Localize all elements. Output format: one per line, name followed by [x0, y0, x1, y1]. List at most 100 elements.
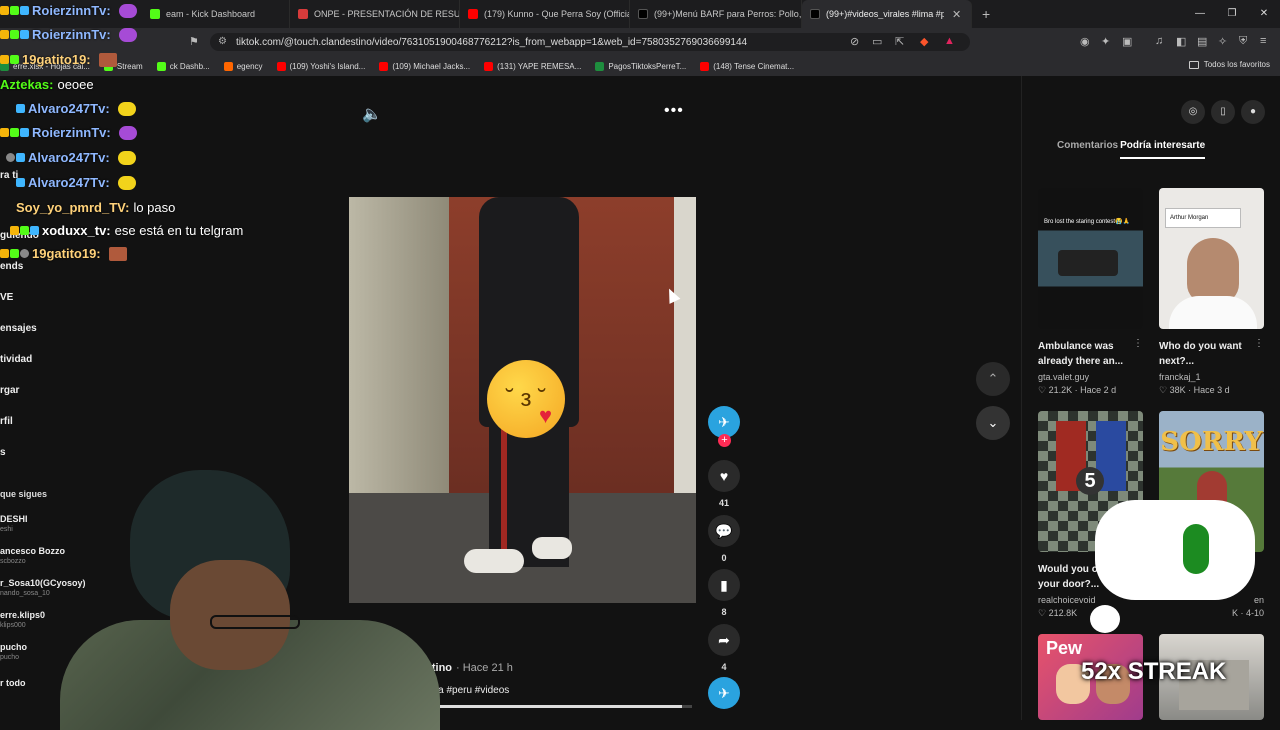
video-frame-shoe — [464, 549, 524, 573]
window-controls: — ❐ ✕ — [1184, 0, 1280, 28]
heart-outline-icon: ♡ — [1038, 385, 1049, 395]
tab-comments[interactable]: Comentarios — [1057, 140, 1118, 159]
extensions-icon[interactable]: ✦ — [1101, 35, 1110, 48]
chat-message: Alvaro247Tv: — [16, 101, 136, 116]
sidebar-item-friends[interactable]: ends — [0, 261, 23, 272]
restore-icon[interactable]: ❐ — [1216, 0, 1248, 28]
chat-message: 19gatito19: — [0, 52, 117, 67]
chat-username: xoduxx_tv: — [42, 223, 111, 238]
chat-text: ese está en tu telgram — [114, 223, 244, 238]
card-author[interactable]: gta.valet.guy — [1038, 372, 1143, 382]
tab-suggested[interactable]: Podría interesarte — [1120, 140, 1206, 159]
card-stats: ♡ 38K · Hace 3 d — [1159, 385, 1230, 395]
following-account-name[interactable]: erre.klips0 — [0, 610, 45, 620]
card-title: Who do you want next?... — [1159, 341, 1242, 367]
heart-icon: ♥ — [708, 460, 740, 492]
next-video-button[interactable]: ⌄ — [976, 406, 1010, 440]
heart-outline-icon: ♡ — [1159, 385, 1170, 395]
follow-plus-icon[interactable]: + — [718, 434, 731, 447]
share-action[interactable]: ➦ 4 — [708, 624, 740, 672]
tab-youtube-kunno[interactable]: (179) Kunno - Que Perra Soy (Official — [460, 0, 630, 28]
card-more-icon[interactable]: ⋮ — [1133, 338, 1143, 349]
peepo-emote-icon — [117, 150, 136, 165]
see-all-link[interactable]: r todo — [0, 678, 26, 688]
vpn-icon[interactable]: ⛨ — [1239, 35, 1247, 48]
bookmark-item[interactable]: ck Dashb... — [156, 61, 210, 71]
telegram-share[interactable]: ✈ — [708, 677, 740, 709]
brave-rewards-icon[interactable]: ▲ — [944, 35, 955, 47]
more-options-icon[interactable]: ••• — [664, 102, 684, 120]
previous-video-button[interactable]: ⌃ — [976, 362, 1010, 396]
extension-1-icon[interactable]: ◉ — [1080, 35, 1090, 48]
bookmark-item[interactable]: (109) Yoshi's Island... — [276, 61, 365, 71]
compass-icon[interactable]: ◎ — [1181, 100, 1205, 124]
tab-tiktok-barf[interactable]: (99+)Menú BARF para Perros: Pollo, F — [630, 0, 802, 28]
tab-tiktok-videos-virales[interactable]: (99+)#videos_virales #lima #peru ✕ — [802, 0, 972, 28]
kiss-emoji-sticker: ˘ з ˘ — [487, 360, 565, 438]
tab-onpe[interactable]: ONPE - PRESENTACIÓN DE RESULTA — [290, 0, 460, 28]
site-info-icon[interactable]: ⚙ — [218, 36, 227, 47]
menu-icon[interactable]: ≡ — [1260, 35, 1266, 47]
like-action[interactable]: ♥ 41 — [708, 460, 740, 508]
sidebar-item-more[interactable]: s — [0, 447, 6, 458]
comment-action[interactable]: 💬 0 — [708, 515, 740, 563]
media-icon[interactable]: ♫ — [1155, 35, 1163, 47]
chat-username: Alvaro247Tv: — [28, 101, 110, 116]
youtube-icon — [468, 9, 478, 19]
card-more-icon[interactable]: ⋮ — [1254, 338, 1264, 349]
sidebar-item-live[interactable]: VE — [0, 292, 13, 303]
following-account-name[interactable]: pucho — [0, 642, 27, 652]
user-avatar[interactable]: ● — [1241, 100, 1265, 124]
tiktok-icon — [638, 9, 648, 19]
wallet-icon[interactable]: ▤ — [1197, 35, 1207, 48]
extension-2-icon[interactable]: ▣ — [1122, 35, 1132, 48]
sidebar-item-messages[interactable]: ensajes — [0, 323, 37, 334]
card-likes: 21.2K — [1048, 385, 1073, 395]
bookmark-label: Stream — [116, 61, 143, 71]
comment-count: 0 — [721, 553, 727, 563]
sidebar-item-upload[interactable]: rgar — [0, 385, 19, 396]
leo-icon[interactable]: ✧ — [1218, 35, 1227, 48]
volume-icon[interactable]: 🔈 — [362, 104, 382, 124]
sidebar-item-profile[interactable]: rfil — [0, 416, 13, 427]
new-tab-icon[interactable]: + — [982, 6, 990, 22]
youtube-icon — [700, 61, 710, 71]
card-stats: K · 4-10 — [1231, 608, 1264, 618]
following-account-name[interactable]: ancesco Bozzo — [0, 546, 65, 556]
youtube-icon — [276, 61, 286, 71]
chat-username: RoierzinnTv: — [32, 125, 111, 140]
bookmark-item[interactable]: PagosTiktoksPerreT... — [595, 61, 686, 71]
suggested-video-card[interactable]: Arthur Morgan Who do you want next?... ⋮… — [1159, 188, 1264, 396]
bookmark-page-icon[interactable]: ⚑ — [189, 35, 199, 48]
sub-badge-icon — [10, 128, 19, 137]
chat-badges — [6, 153, 26, 162]
gift-badge-icon — [20, 30, 29, 39]
all-favorites[interactable]: Todos los favoritos — [1188, 60, 1270, 69]
card-author[interactable]: franckaj_1 — [1159, 372, 1264, 382]
minimize-icon[interactable]: — — [1184, 0, 1216, 28]
brave-shield-icon[interactable]: ◆ — [920, 35, 928, 48]
all-favorites-label: Todos los favoritos — [1203, 60, 1270, 69]
share-icon[interactable]: ⇱ — [895, 35, 904, 48]
close-tab-icon[interactable]: ✕ — [952, 8, 961, 21]
following-account-handle: klips000 — [0, 622, 26, 629]
bookmark-item[interactable]: (131) YAPE REMESA... — [484, 61, 581, 71]
block-icon[interactable]: ⊘ — [850, 35, 859, 48]
card-stats: ♡ 21.2K · Hace 2 d — [1038, 385, 1117, 395]
suggested-video-card[interactable]: Bro lost the staring contest😭🙏 Ambulance… — [1038, 188, 1143, 396]
sidebar-item-activity[interactable]: tividad — [0, 354, 32, 365]
save-action[interactable]: ▮ 8 — [708, 569, 740, 617]
bookmark-item[interactable]: (109) Michael Jacks... — [379, 61, 471, 71]
bookmark-item[interactable]: egency — [223, 61, 263, 71]
install-icon[interactable]: ▭ — [872, 35, 882, 48]
close-window-icon[interactable]: ✕ — [1248, 0, 1280, 28]
video-thumbnail: Arthur Morgan — [1159, 188, 1264, 329]
device-icon[interactable]: ▯ — [1211, 100, 1235, 124]
bookmark-item[interactable]: (148) Tense Cinemat... — [700, 61, 794, 71]
streak-bubble-tail — [1090, 605, 1120, 633]
sidebar-toggle-icon[interactable]: ◧ — [1176, 35, 1186, 48]
chat-username: Soy_yo_pmrd_TV: — [16, 200, 130, 215]
bookmark-label: (109) Michael Jacks... — [392, 61, 471, 71]
streamer-webcam — [60, 470, 460, 730]
following-account-name[interactable]: DESHI — [0, 514, 28, 524]
